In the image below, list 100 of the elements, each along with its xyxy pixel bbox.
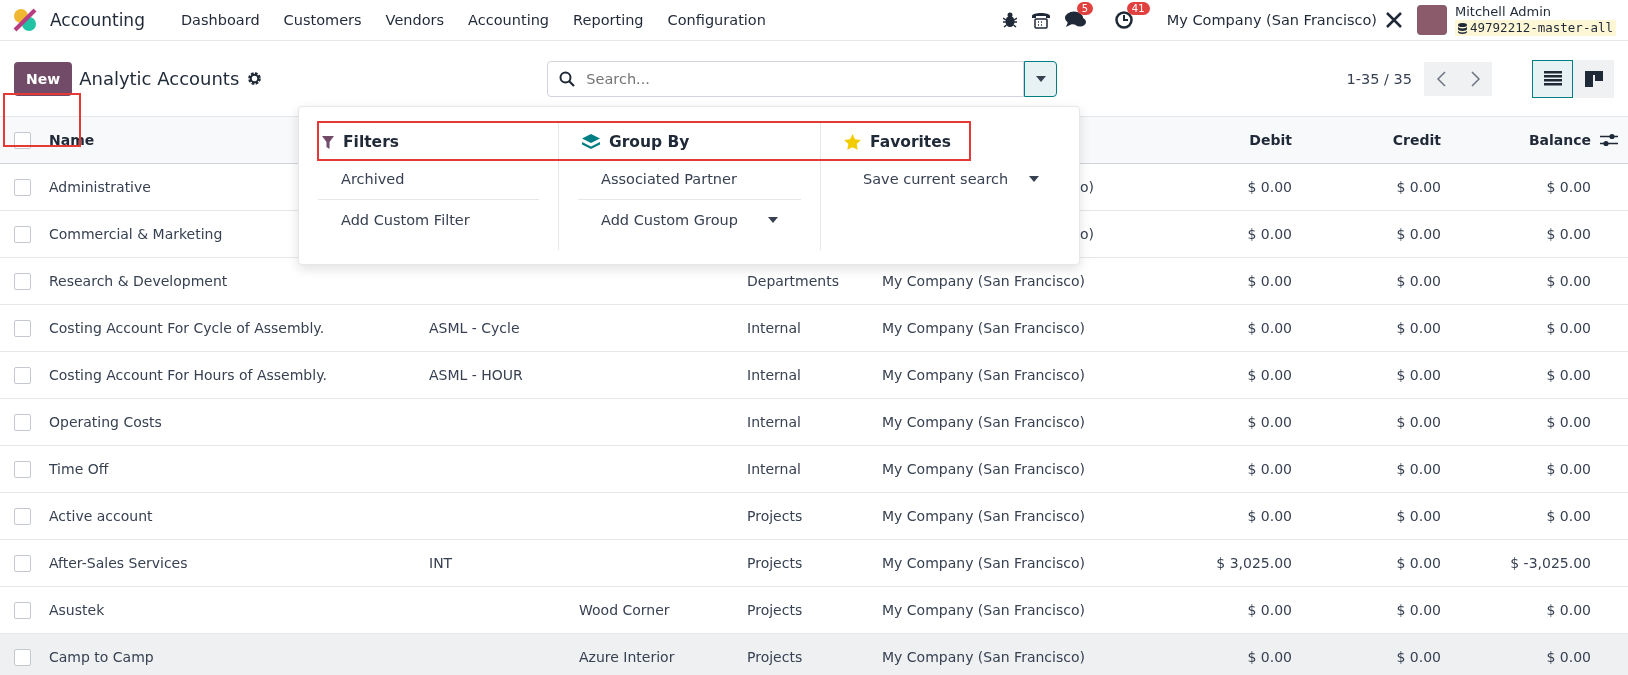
table-cell-text: $ 0.00 bbox=[1395, 320, 1441, 336]
table-cell-text: Departments bbox=[747, 273, 840, 289]
menu-item[interactable]: Customers bbox=[271, 12, 374, 28]
table-cell-text: $ 0.00 bbox=[1246, 649, 1292, 665]
dropdown-item[interactable]: Add Custom Group bbox=[578, 204, 801, 236]
table-row[interactable]: Active account Projects My Company (San Francisco) $ 0.00 $ 0.00 $ 0.00 bbox=[0, 493, 1628, 540]
row-checkbox[interactable] bbox=[14, 272, 31, 290]
user-avatar[interactable] bbox=[1417, 5, 1447, 35]
row-checkbox[interactable] bbox=[14, 366, 31, 384]
caret-icon bbox=[1029, 176, 1039, 182]
table-cell-text: Azure Interior bbox=[579, 649, 676, 665]
table-cell-text: Active account bbox=[49, 508, 154, 524]
row-checkbox[interactable] bbox=[14, 460, 31, 478]
search-field[interactable]: Search... bbox=[547, 60, 1025, 97]
table-row[interactable]: Costing Account For Hours of Assembly. ASML - HOUR Internal My Company (San Francisco) $ 0.00 $ 0.00 $ 0.00 bbox=[0, 352, 1628, 399]
search-icon bbox=[559, 70, 576, 87]
menu-item[interactable]: Accounting bbox=[456, 12, 562, 28]
table-cell-text: Internal bbox=[747, 414, 802, 430]
table-cell-text: Costing Account For Cycle of Assembly. bbox=[49, 320, 326, 336]
table-cell-text: $ 0.00 bbox=[1545, 414, 1591, 430]
table-cell-text: $ 3,025.00 bbox=[1215, 555, 1292, 571]
table-cell-text: Research & Development bbox=[49, 273, 229, 289]
row-checkbox[interactable] bbox=[14, 413, 31, 431]
table-cell-text: $ 0.00 bbox=[1395, 649, 1441, 665]
menu-item[interactable]: Configuration bbox=[655, 12, 778, 28]
table-cell-text: Internal bbox=[747, 320, 802, 336]
dropdown-item[interactable]: Add Custom Filter bbox=[318, 204, 539, 236]
column-header[interactable]: Balance bbox=[1441, 132, 1591, 148]
table-cell-text: $ 0.00 bbox=[1246, 273, 1292, 289]
column-header[interactable]: Credit bbox=[1292, 132, 1441, 148]
table-cell-text: $ 0.00 bbox=[1395, 367, 1441, 383]
row-checkbox[interactable] bbox=[14, 178, 31, 196]
table-cell-text: $ 0.00 bbox=[1246, 414, 1292, 430]
bug-icon[interactable] bbox=[1002, 12, 1017, 28]
table-cell-text: Internal bbox=[747, 461, 802, 477]
table-cell-text: $ 0.00 bbox=[1395, 461, 1441, 477]
dropdown-item[interactable]: Associated Partner bbox=[578, 163, 801, 195]
user-name[interactable]: Mitchell Admin bbox=[1455, 4, 1616, 20]
menu-item[interactable]: Dashboard bbox=[168, 12, 272, 28]
column-header[interactable]: Debit bbox=[1160, 132, 1292, 148]
table-cell-text: My Company (San Francisco) bbox=[882, 602, 1086, 618]
table-row[interactable]: Costing Account For Cycle of Assembly. ASML - Cycle Internal My Company (San Francisco) $ 0.00 $ 0.00 $ 0.00 bbox=[0, 305, 1628, 352]
row-checkbox[interactable] bbox=[14, 225, 31, 243]
table-cell-text: My Company (San Francisco) bbox=[882, 649, 1086, 665]
table-cell-text: $ 0.00 bbox=[1395, 273, 1441, 289]
new-button[interactable]: New bbox=[14, 61, 73, 96]
table-cell-text: Projects bbox=[747, 508, 804, 524]
column-settings-icon[interactable] bbox=[1600, 133, 1618, 147]
app-name[interactable]: Accounting bbox=[50, 10, 145, 30]
notification-badge: 41 bbox=[1126, 2, 1150, 15]
dropdown-item[interactable]: Archived bbox=[318, 163, 539, 195]
table-cell-text: My Company (San Francisco) bbox=[882, 320, 1086, 336]
table-cell-text: $ 0.00 bbox=[1395, 602, 1441, 618]
table-row[interactable]: Time Off Internal My Company (San Francisco) $ 0.00 $ 0.00 $ 0.00 bbox=[0, 446, 1628, 493]
row-checkbox[interactable] bbox=[14, 648, 31, 666]
database-icon bbox=[1458, 22, 1467, 34]
menu-item[interactable]: Reporting bbox=[561, 12, 656, 28]
table-cell-text: ASML - Cycle bbox=[429, 320, 521, 336]
table-cell-text: $ 0.00 bbox=[1395, 414, 1441, 430]
phone-icon[interactable] bbox=[1030, 11, 1051, 29]
company-switcher[interactable]: My Company (San Francisco) bbox=[1166, 12, 1377, 28]
clock-icon[interactable] bbox=[1114, 11, 1133, 29]
app-logo-icon[interactable] bbox=[12, 7, 38, 33]
view-switch-button[interactable] bbox=[1532, 59, 1573, 98]
next-button[interactable] bbox=[1458, 61, 1492, 96]
filter-icon bbox=[322, 135, 334, 149]
table-cell-text: $ -3,025.00 bbox=[1509, 555, 1591, 571]
notification-badge: 5 bbox=[1076, 2, 1094, 15]
chat-icon[interactable] bbox=[1064, 11, 1087, 29]
previous-button[interactable] bbox=[1424, 61, 1458, 96]
dropdown-heading: Group By bbox=[609, 133, 690, 151]
star-icon bbox=[844, 134, 861, 150]
search-options-toggle[interactable] bbox=[1024, 60, 1058, 97]
kanban-icon bbox=[1584, 70, 1603, 87]
caret-icon bbox=[768, 217, 778, 223]
table-cell-text: INT bbox=[429, 555, 454, 571]
table-cell-text: After-Sales Services bbox=[49, 555, 189, 571]
pager-value[interactable]: 1-35 / 35 bbox=[1346, 70, 1412, 87]
row-checkbox[interactable] bbox=[14, 507, 31, 525]
table-row[interactable]: Operating Costs Internal My Company (San Francisco) $ 0.00 $ 0.00 $ 0.00 bbox=[0, 399, 1628, 446]
dropdown-item[interactable]: Save current search bbox=[840, 163, 1062, 195]
menu-item[interactable]: Vendors bbox=[373, 12, 457, 28]
table-cell-text: $ 0.00 bbox=[1545, 367, 1591, 383]
table-row[interactable]: After-Sales Services INT Projects My Company (San Francisco) $ 3,025.00 $ 0.00 $ -3,025.00 bbox=[0, 540, 1628, 587]
row-checkbox[interactable] bbox=[14, 554, 31, 572]
row-checkbox[interactable] bbox=[14, 319, 31, 337]
settings-icon[interactable] bbox=[247, 71, 263, 86]
row-checkbox[interactable] bbox=[14, 601, 31, 619]
table-cell-text: Internal bbox=[747, 367, 802, 383]
table-cell-text: $ 0.00 bbox=[1545, 508, 1591, 524]
table-cell-text: Administrative bbox=[49, 179, 152, 195]
layers-icon bbox=[582, 133, 600, 151]
table-cell-text: $ 0.00 bbox=[1395, 226, 1441, 242]
table-cell-text: Time Off bbox=[49, 461, 110, 477]
table-cell-text: My Company (San Francisco) bbox=[882, 273, 1086, 289]
table-cell-text: My Company (San Francisco) bbox=[882, 508, 1086, 524]
table-cell-text: $ 0.00 bbox=[1545, 320, 1591, 336]
table-cell-text: Asustek bbox=[49, 602, 106, 618]
table-cell-text: $ 0.00 bbox=[1395, 508, 1441, 524]
table-row[interactable]: Camp to Camp Azure Interior Projects My Company (San Francisco) $ 0.00 $ 0.00 $ 0.00 bbox=[0, 634, 1628, 675]
